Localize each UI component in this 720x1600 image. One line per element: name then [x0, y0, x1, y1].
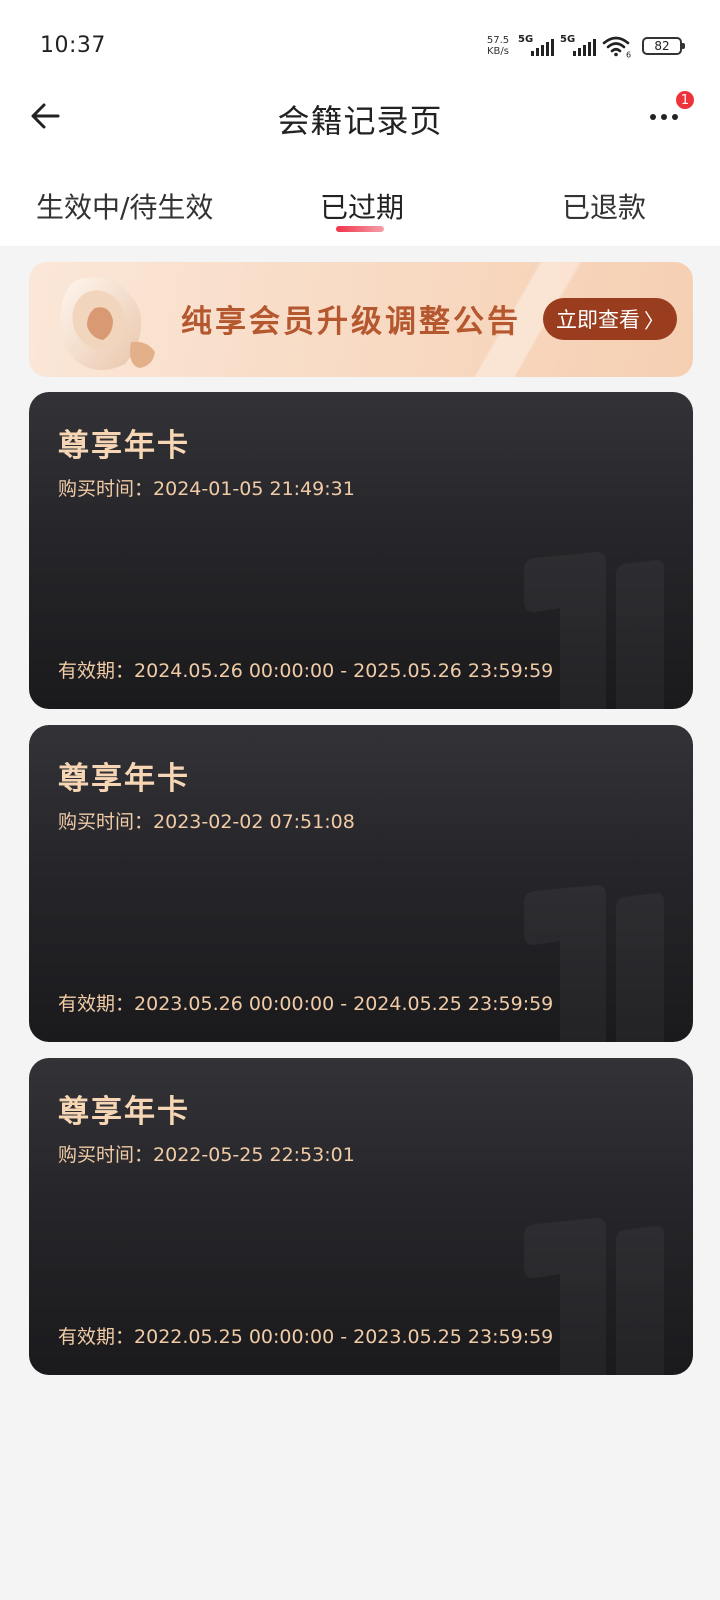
tab-bar: 生效中/待生效 已过期 已退款 — [0, 180, 720, 240]
notification-badge: 1 — [674, 89, 696, 111]
view-now-label: 立即查看 — [556, 308, 640, 332]
tab-refunded[interactable]: 已退款 — [562, 186, 646, 226]
validity-label: 有效期： — [58, 1326, 135, 1348]
signal-icon-sim1: 5G — [518, 34, 554, 58]
validity-value: 2023.05.26 00:00:00 - 2024.05.25 23:59:5… — [134, 993, 554, 1015]
more-dot-icon — [661, 114, 667, 120]
purchase-time-label: 购买时间： — [58, 478, 154, 500]
purchase-time-value: 2022-05-25 22:53:01 — [153, 1144, 355, 1166]
more-dot-icon — [650, 114, 656, 120]
purchase-time: 购买时间：2024-01-05 21:49:31 — [58, 474, 355, 501]
purchase-time-label: 购买时间： — [58, 1144, 154, 1166]
chevron-right-icon: 〉 — [644, 308, 664, 333]
view-now-button[interactable]: 立即查看 〉 — [543, 298, 677, 340]
purchase-time: 购买时间：2022-05-25 22:53:01 — [58, 1140, 355, 1167]
purchase-time: 购买时间：2023-02-02 07:51:08 — [58, 807, 355, 834]
validity-label: 有效期： — [58, 993, 135, 1015]
announcement-banner[interactable]: 纯享会员升级调整公告 立即查看 〉 — [29, 262, 693, 377]
card-title: 尊享年卡 — [58, 1094, 190, 1130]
page-title: 会籍记录页 — [277, 102, 443, 140]
wifi-icon: 6 — [602, 36, 631, 59]
purchase-time-label: 购买时间： — [58, 811, 154, 833]
purchase-time-value: 2024-01-05 21:49:31 — [153, 478, 355, 500]
network-speed-value: 57.5 — [486, 35, 510, 46]
signal-icon-sim2: 5G — [560, 34, 596, 58]
banner-title: 纯享会员升级调整公告 — [181, 304, 521, 340]
membership-card[interactable]: 尊享年卡 购买时间：2023-02-02 07:51:08 有效期：2023.0… — [29, 725, 693, 1042]
tab-expired[interactable]: 已过期 — [320, 186, 404, 226]
validity-value: 2024.05.26 00:00:00 - 2025.05.26 23:59:5… — [134, 660, 554, 682]
tab-active-pending[interactable]: 生效中/待生效 — [36, 186, 213, 226]
status-icons: 57.5 KB/s 5G 5G 6 82 — [484, 32, 685, 60]
battery-icon: 82 — [642, 37, 685, 55]
validity-period: 有效期：2024.05.26 00:00:00 - 2025.05.26 23:… — [58, 656, 553, 683]
card-watermark-logo-icon — [524, 1218, 664, 1375]
status-bar: 10:37 57.5 KB/s 5G 5G 6 82 — [0, 0, 720, 80]
status-time: 10:37 — [40, 33, 106, 58]
header: 会籍记录页 1 — [0, 82, 720, 154]
validity-period: 有效期：2023.05.26 00:00:00 - 2024.05.25 23:… — [58, 989, 553, 1016]
battery-level: 82 — [654, 39, 670, 53]
validity-period: 有效期：2022.05.25 00:00:00 - 2023.05.25 23:… — [58, 1322, 553, 1349]
validity-value: 2022.05.25 00:00:00 - 2023.05.25 23:59:5… — [134, 1326, 554, 1348]
more-dot-icon — [672, 114, 678, 120]
wifi-label: 6 — [626, 51, 631, 59]
membership-card[interactable]: 尊享年卡 购买时间：2024-01-05 21:49:31 有效期：2024.0… — [29, 392, 693, 709]
purchase-time-value: 2023-02-02 07:51:08 — [153, 811, 355, 833]
active-tab-indicator — [336, 226, 384, 232]
network-speed-unit: KB/s — [487, 46, 509, 57]
card-watermark-logo-icon — [524, 552, 664, 709]
card-title: 尊享年卡 — [58, 428, 190, 464]
validity-label: 有效期： — [58, 660, 135, 682]
membership-card[interactable]: 尊享年卡 购买时间：2022-05-25 22:53:01 有效期：2022.0… — [29, 1058, 693, 1375]
card-watermark-logo-icon — [524, 885, 664, 1042]
megaphone-icon — [60, 277, 155, 371]
network-speed: 57.5 KB/s — [484, 35, 512, 57]
card-title: 尊享年卡 — [58, 761, 190, 797]
